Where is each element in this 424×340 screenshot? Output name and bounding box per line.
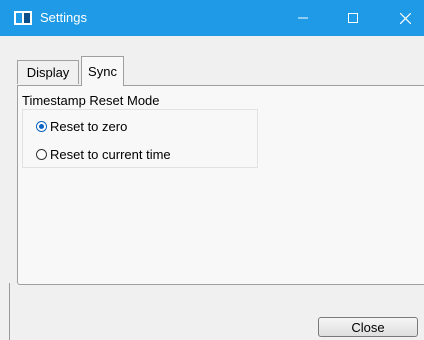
app-icon: [14, 11, 32, 25]
radio-label: Reset to zero: [50, 119, 128, 134]
minimize-button[interactable]: [280, 0, 326, 36]
window-title: Settings: [40, 10, 87, 25]
maximize-icon: [348, 13, 358, 23]
close-window-button[interactable]: [382, 0, 424, 36]
maximize-button[interactable]: [330, 0, 376, 36]
radio-checked-icon[interactable]: [36, 121, 47, 132]
radio-reset-to-zero[interactable]: Reset to zero: [36, 119, 127, 134]
window-edge: [9, 283, 10, 340]
minimize-icon: [298, 17, 308, 19]
radio-label: Reset to current time: [50, 147, 171, 162]
close-button[interactable]: Close: [318, 317, 418, 337]
group-label: Timestamp Reset Mode: [22, 93, 160, 108]
title-bar[interactable]: Settings: [0, 0, 424, 36]
radio-reset-to-current-time[interactable]: Reset to current time: [36, 147, 171, 162]
close-icon: [399, 12, 411, 24]
radio-unchecked-icon[interactable]: [36, 149, 47, 160]
tab-sync[interactable]: Sync: [81, 56, 124, 86]
tab-display[interactable]: Display: [17, 60, 79, 84]
